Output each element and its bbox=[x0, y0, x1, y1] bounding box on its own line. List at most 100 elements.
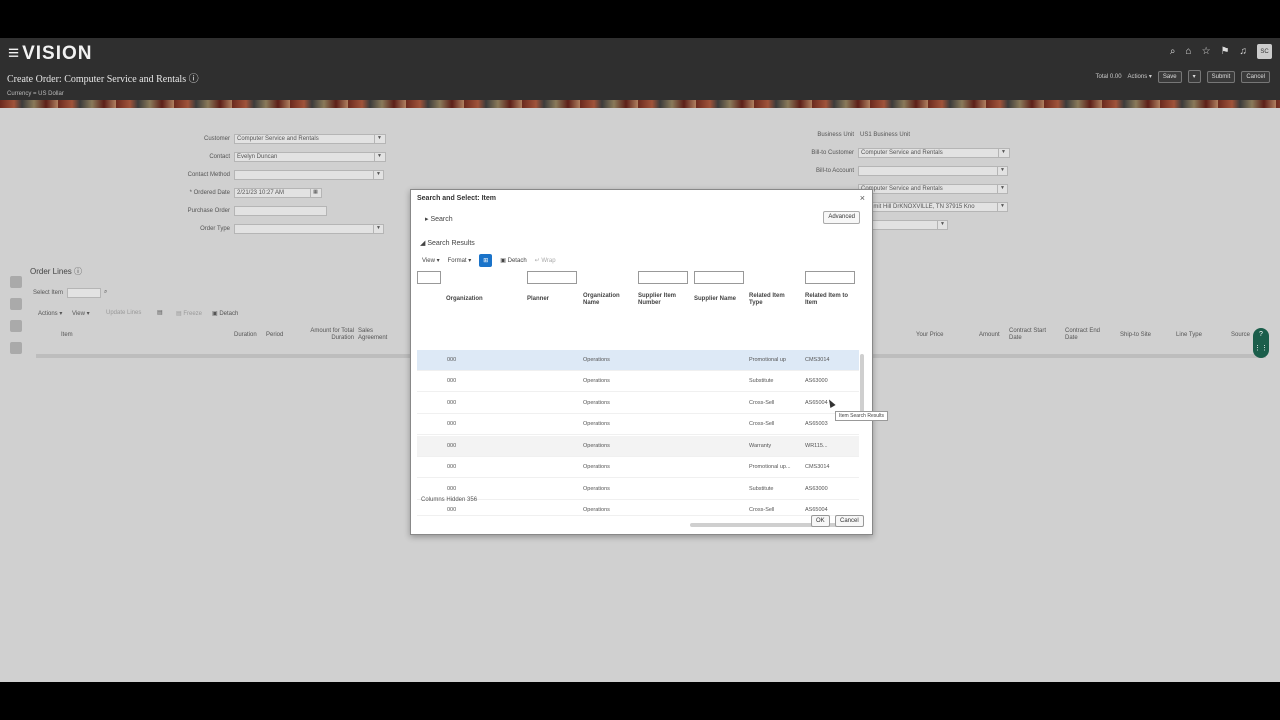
table-row[interactable]: 000 Operations Warranty WR115... bbox=[417, 436, 859, 457]
cart-icon[interactable] bbox=[10, 276, 22, 288]
filter-organization[interactable] bbox=[417, 271, 441, 284]
chevron-down-icon[interactable]: ▼ bbox=[997, 166, 1007, 176]
chevron-down-icon[interactable]: ▼ bbox=[997, 184, 1007, 194]
ship-to-customer-field[interactable]: Computer Service and Rentals bbox=[858, 184, 1008, 194]
col-your-price[interactable]: Your Price bbox=[916, 332, 943, 338]
select-item-input[interactable] bbox=[67, 288, 101, 298]
search-icon[interactable]: ⌕ bbox=[104, 289, 107, 296]
col-related-item-type[interactable]: Related Item Type bbox=[749, 293, 793, 307]
col-line-type[interactable]: Line Type bbox=[1176, 332, 1202, 338]
col-period[interactable]: Period bbox=[266, 332, 283, 338]
save-dropdown-button[interactable]: ▾ bbox=[1187, 70, 1201, 83]
table-row[interactable]: 000 Operations Promotional up CMS3014 bbox=[417, 350, 859, 371]
col-item[interactable]: Item bbox=[61, 332, 73, 338]
wrap-button[interactable]: ↵ Wrap bbox=[535, 257, 556, 264]
filter-supplier-item-number[interactable] bbox=[638, 271, 688, 284]
freeze-button[interactable]: ▤ Freeze bbox=[176, 310, 202, 317]
home-icon[interactable]: ⌂ bbox=[1186, 46, 1192, 57]
avatar[interactable]: SC bbox=[1257, 44, 1272, 59]
contact-label: Contact bbox=[209, 154, 230, 160]
chevron-down-icon[interactable]: ▼ bbox=[373, 224, 383, 234]
tag-icon[interactable] bbox=[10, 320, 22, 332]
ship-to-address-field[interactable]: Summit Hill DrKNOXVILLE, TN 37915 Kno bbox=[858, 202, 1008, 212]
col-source[interactable]: Source bbox=[1231, 332, 1250, 338]
table-row[interactable]: 000 Operations Substitute AS63000 bbox=[417, 371, 859, 392]
help-icon[interactable]: ⓘ bbox=[189, 74, 199, 85]
truck-icon[interactable] bbox=[10, 298, 22, 310]
ok-button[interactable]: OK bbox=[811, 515, 830, 527]
cancel-button[interactable]: Cancel bbox=[1241, 70, 1270, 83]
filter-icon[interactable]: ⊞ bbox=[479, 254, 493, 267]
results-toolbar: View ▾ Format ▾ ⊞ ▣ Detach ↵ Wrap bbox=[422, 254, 556, 267]
table-row[interactable]: 000 Operations Substitute AS63000 bbox=[417, 479, 859, 500]
col-ship-to-site[interactable]: Ship-to Site bbox=[1120, 332, 1151, 338]
filter-related-item[interactable] bbox=[805, 271, 855, 284]
save-button[interactable]: Save bbox=[1157, 70, 1182, 83]
customer-label: Customer bbox=[203, 136, 230, 142]
order-type-field[interactable] bbox=[234, 224, 384, 234]
order-lines-actions-menu[interactable]: Actions ▾ bbox=[38, 310, 62, 317]
col-organization[interactable]: Organization bbox=[446, 296, 483, 303]
advanced-button[interactable]: Advanced bbox=[823, 211, 860, 224]
help-assistant-button[interactable]: ? ⋮⋮ bbox=[1253, 328, 1269, 358]
col-amount[interactable]: Amount bbox=[979, 332, 1000, 338]
chevron-down-icon[interactable]: ▼ bbox=[374, 134, 384, 144]
table-row[interactable]: 000 Operations Cross-Sell AS65004 bbox=[417, 393, 859, 414]
horizontal-scrollbar[interactable] bbox=[417, 522, 859, 528]
filter-organization-name[interactable] bbox=[527, 271, 577, 284]
update-lines-button[interactable]: Update Lines bbox=[106, 310, 141, 316]
search-icon[interactable]: ⌕ bbox=[1170, 46, 1176, 57]
table-row[interactable]: 000 Operations Promotional up... CMS3014 bbox=[417, 457, 859, 478]
document-icon[interactable] bbox=[10, 342, 22, 354]
ordered-date-field[interactable]: 2/21/23 10:27 AM bbox=[234, 188, 322, 198]
col-planner[interactable]: Planner bbox=[527, 296, 549, 303]
submit-button[interactable]: Submit bbox=[1206, 70, 1236, 83]
chevron-down-icon[interactable]: ▼ bbox=[937, 220, 947, 230]
actions-menu[interactable]: Actions ▾ bbox=[1128, 73, 1152, 80]
view-menu[interactable]: View ▾ bbox=[422, 257, 440, 264]
detach-button[interactable]: ▣ Detach bbox=[500, 257, 526, 264]
bell-icon[interactable]: ♫ bbox=[1240, 46, 1248, 57]
table-row[interactable]: 000 Operations Cross-Sell AS65003 bbox=[417, 414, 859, 435]
customer-field[interactable]: Computer Service and Rentals bbox=[234, 134, 386, 144]
filter-supplier-name[interactable] bbox=[694, 271, 744, 284]
purchase-order-field[interactable] bbox=[234, 206, 327, 216]
flag-icon[interactable]: ⚑ bbox=[1221, 46, 1230, 57]
bill-to-customer-label: Bill-to Customer bbox=[811, 150, 854, 156]
grid-icon[interactable]: ▤ bbox=[157, 309, 163, 316]
contact-method-field[interactable] bbox=[234, 170, 384, 180]
col-sales-agreement[interactable]: Sales Agreement bbox=[358, 328, 394, 342]
col-supplier-item-number[interactable]: Supplier Item Number bbox=[638, 293, 686, 307]
brand-logo[interactable]: ≡ VISION bbox=[8, 43, 93, 65]
col-duration[interactable]: Duration bbox=[234, 332, 257, 338]
chevron-down-icon[interactable]: ▼ bbox=[374, 152, 384, 162]
search-results-header[interactable]: ◢ Search Results bbox=[420, 239, 475, 247]
search-section-toggle[interactable]: ▸ Search bbox=[425, 215, 453, 223]
order-lines-view-menu[interactable]: View ▾ bbox=[72, 310, 90, 317]
bill-to-customer-field[interactable]: Computer Service and Rentals bbox=[858, 148, 1010, 158]
select-item-label: Select Item bbox=[33, 290, 64, 296]
detach-button[interactable]: ▣ Detach bbox=[212, 310, 238, 317]
vertical-scrollbar[interactable] bbox=[859, 350, 865, 518]
banner-strip bbox=[0, 100, 1280, 108]
col-contract-start-date[interactable]: Contract Start Date bbox=[1009, 328, 1049, 342]
menu-icon[interactable]: ≡ bbox=[8, 43, 20, 64]
star-icon[interactable]: ☆ bbox=[1202, 46, 1211, 57]
format-menu[interactable]: Format ▾ bbox=[448, 257, 472, 264]
col-supplier-name[interactable]: Supplier Name bbox=[694, 296, 736, 303]
contact-field[interactable]: Evelyn Duncan bbox=[234, 152, 386, 162]
chevron-down-icon[interactable]: ▼ bbox=[373, 170, 383, 180]
col-related-item-to-item[interactable]: Related Item to Item bbox=[805, 293, 857, 307]
chevron-down-icon[interactable]: ▼ bbox=[998, 148, 1008, 158]
col-amount-total-duration[interactable]: Amount for Total Duration bbox=[308, 328, 354, 342]
col-contract-end-date[interactable]: Contract End Date bbox=[1065, 328, 1105, 342]
close-icon[interactable]: × bbox=[860, 193, 865, 203]
dialog-cancel-button[interactable]: Cancel bbox=[835, 515, 864, 527]
bill-to-account-field[interactable] bbox=[858, 166, 1008, 176]
calendar-icon[interactable]: ▦ bbox=[310, 188, 320, 198]
scroll-thumb[interactable] bbox=[860, 354, 864, 414]
col-organization-name[interactable]: Organization Name bbox=[583, 293, 627, 307]
chevron-down-icon[interactable]: ▼ bbox=[997, 202, 1007, 212]
help-icon[interactable]: ⓘ bbox=[74, 267, 82, 276]
table-row[interactable]: 000 Operations Cross-Sell AS65004 bbox=[417, 500, 859, 516]
